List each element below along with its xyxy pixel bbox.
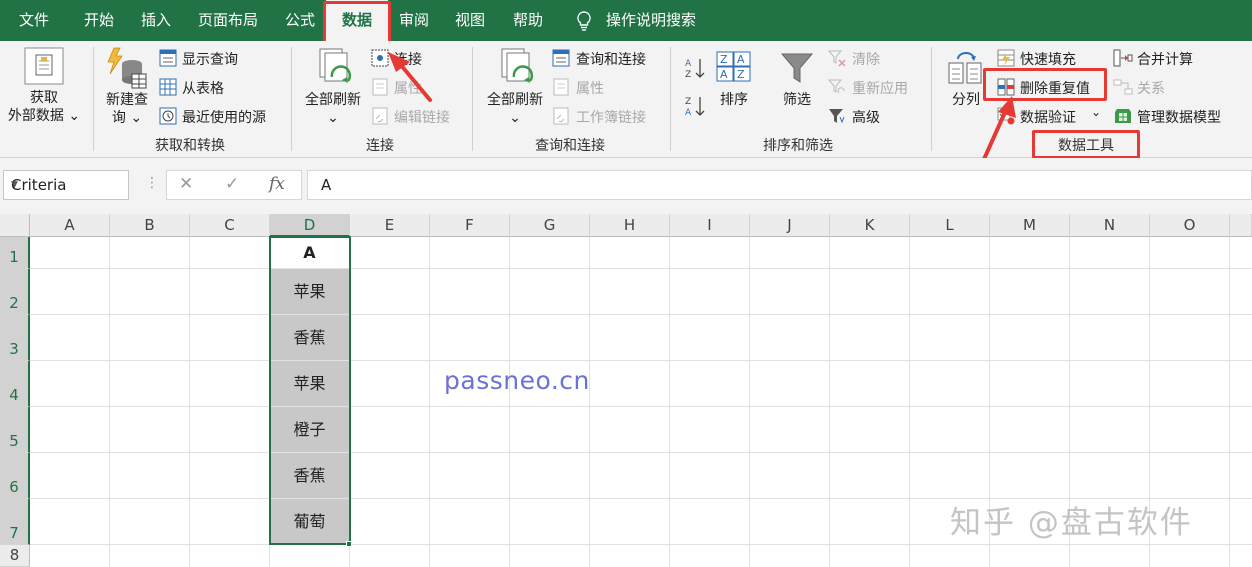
grid-line bbox=[509, 237, 510, 567]
grid-line bbox=[1229, 237, 1230, 567]
formula-buttons: ✕ ✓ fx bbox=[166, 170, 302, 200]
insert-function-icon[interactable]: fx bbox=[269, 174, 285, 194]
watermark-text: passneo.cn bbox=[444, 366, 590, 395]
col-header-h[interactable]: H bbox=[590, 214, 670, 237]
enter-icon[interactable]: ✓ bbox=[225, 174, 239, 194]
row-header-5[interactable]: 5 bbox=[0, 407, 30, 453]
formula-input[interactable]: A bbox=[307, 170, 1252, 200]
col-header-m[interactable]: M bbox=[990, 214, 1070, 237]
select-all-corner[interactable] bbox=[0, 214, 30, 237]
row-header-3[interactable]: 3 bbox=[0, 315, 30, 361]
row-header-2[interactable]: 2 bbox=[0, 269, 30, 315]
col-header-n[interactable]: N bbox=[1070, 214, 1150, 237]
row-header-6[interactable]: 6 bbox=[0, 453, 30, 499]
col-header-i[interactable]: I bbox=[670, 214, 750, 237]
col-header-filler bbox=[1230, 214, 1252, 237]
grid-line bbox=[30, 268, 1252, 269]
formula-value: A bbox=[321, 176, 332, 194]
col-header-k[interactable]: K bbox=[830, 214, 910, 237]
name-box[interactable]: Criteria ▼ bbox=[3, 170, 129, 200]
chevron-down-icon[interactable]: ▼ bbox=[11, 180, 122, 190]
grid-line bbox=[189, 237, 190, 567]
grid-line bbox=[749, 237, 750, 567]
col-header-a[interactable]: A bbox=[30, 214, 110, 237]
grid-line bbox=[589, 237, 590, 567]
grid-line bbox=[829, 237, 830, 567]
col-header-j[interactable]: J bbox=[750, 214, 830, 237]
col-header-l[interactable]: L bbox=[910, 214, 990, 237]
col-header-d[interactable]: D bbox=[270, 214, 350, 237]
grid-line bbox=[30, 314, 1252, 315]
fill-handle[interactable] bbox=[346, 541, 352, 547]
cancel-icon[interactable]: ✕ bbox=[179, 174, 193, 194]
grid-line bbox=[429, 237, 430, 567]
col-header-o[interactable]: O bbox=[1150, 214, 1230, 237]
formula-bar: Criteria ▼ ⋮ ✕ ✓ fx A bbox=[0, 158, 1252, 214]
grid-line bbox=[30, 360, 1252, 361]
row-header-1[interactable]: 1 bbox=[0, 237, 30, 269]
grid-line bbox=[669, 237, 670, 567]
resize-handle-icon[interactable]: ⋮ bbox=[145, 175, 159, 191]
col-header-b[interactable]: B bbox=[110, 214, 190, 237]
zhihu-watermark: 知乎 @盘古软件 bbox=[950, 505, 1193, 541]
grid-line bbox=[30, 452, 1252, 453]
row-header-7[interactable]: 7 bbox=[0, 499, 30, 545]
col-header-f[interactable]: F bbox=[430, 214, 510, 237]
col-header-c[interactable]: C bbox=[190, 214, 270, 237]
grid-line bbox=[109, 237, 110, 567]
grid-line bbox=[30, 544, 1252, 545]
grid-line bbox=[909, 237, 910, 567]
col-header-e[interactable]: E bbox=[350, 214, 430, 237]
selection-range bbox=[269, 236, 351, 545]
col-header-g[interactable]: G bbox=[510, 214, 590, 237]
grid-line bbox=[30, 406, 1252, 407]
row-header-4[interactable]: 4 bbox=[0, 361, 30, 407]
row-header-8[interactable]: 8 bbox=[0, 545, 30, 567]
